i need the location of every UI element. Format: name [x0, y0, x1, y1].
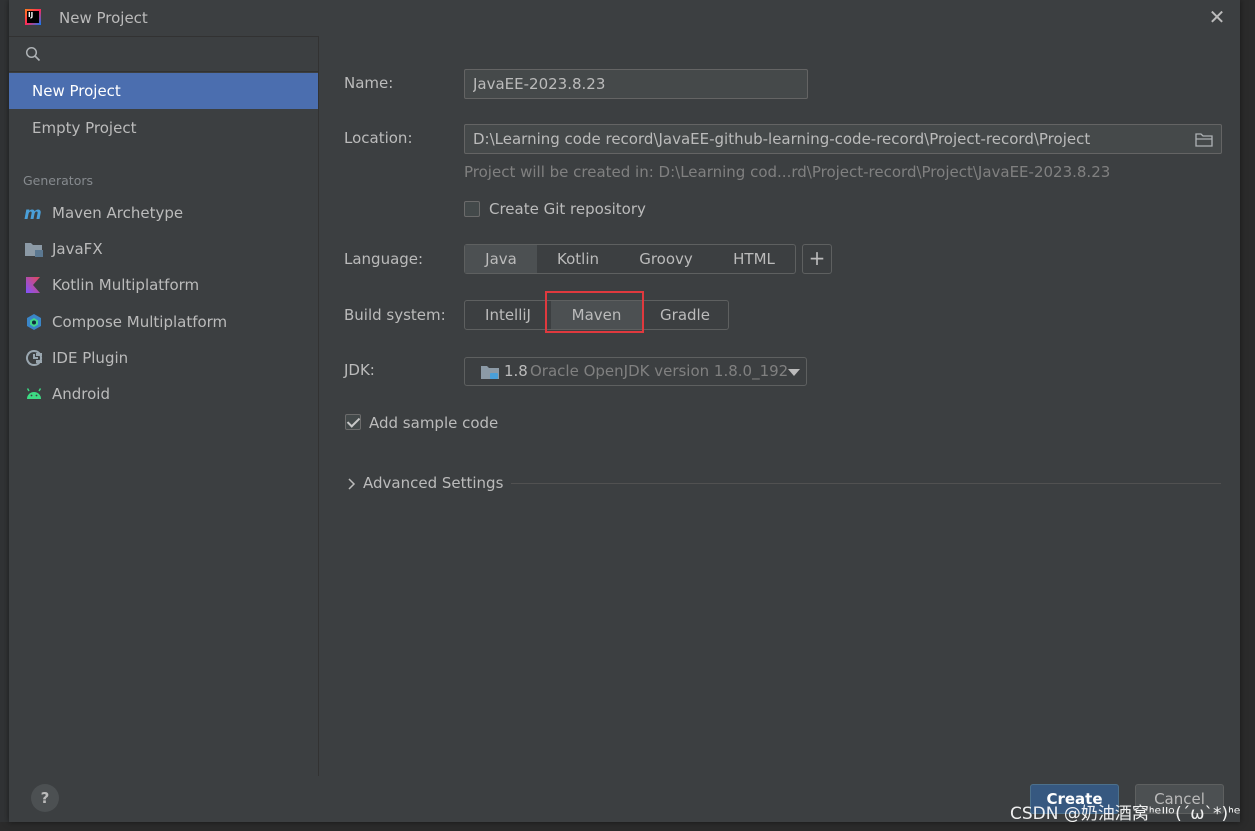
create-git-checkbox[interactable]: [464, 201, 480, 217]
sidebar-search[interactable]: [9, 37, 318, 72]
jdk-version: 1.8: [504, 362, 528, 380]
sidebar-item-label: New Project: [32, 82, 121, 100]
sidebar-item-empty-project[interactable]: Empty Project: [9, 110, 318, 146]
create-git-label: Create Git repository: [489, 200, 646, 218]
name-label: Name:: [344, 74, 394, 92]
maven-icon: m: [24, 204, 42, 222]
generator-android[interactable]: Android: [9, 376, 318, 412]
language-option-groovy[interactable]: Groovy: [619, 245, 713, 273]
compose-icon: [27, 314, 41, 330]
build-option-gradle[interactable]: Gradle: [642, 301, 728, 329]
generator-javafx[interactable]: JavaFX: [9, 231, 318, 267]
help-button[interactable]: ?: [31, 784, 59, 812]
language-label: Language:: [344, 250, 424, 268]
plugin-icon: [26, 350, 42, 366]
generators-header: Generators: [23, 173, 93, 188]
search-icon: [25, 46, 41, 62]
csdn-watermark: CSDN @奶油酒窝ᑋᵉᑊᑊᵒ(´ω`*)ᑋᵉ: [1010, 804, 1241, 824]
advanced-settings-label: Advanced Settings: [363, 474, 504, 492]
language-selector: Java Kotlin Groovy HTML: [464, 244, 796, 274]
location-hint: Project will be created in: D:\Learning …: [464, 163, 1111, 181]
jdk-description: Oracle OpenJDK version 1.8.0_192: [530, 362, 789, 380]
language-option-java[interactable]: Java: [465, 245, 537, 273]
folder-icon: [25, 243, 43, 257]
name-field[interactable]: [464, 69, 808, 99]
chevron-down-icon: [788, 369, 800, 376]
generator-maven-archetype[interactable]: m Maven Archetype: [9, 195, 318, 231]
location-label: Location:: [344, 129, 413, 147]
sidebar-item-label: Empty Project: [32, 119, 137, 137]
browse-folder-icon[interactable]: [1195, 132, 1213, 147]
svg-text:m: m: [24, 204, 42, 222]
sidebar-item-new-project[interactable]: New Project: [9, 73, 318, 109]
android-icon: [26, 388, 42, 399]
add-sample-code-checkbox[interactable]: [345, 414, 361, 430]
jdk-label: JDK:: [344, 361, 375, 379]
kotlin-icon: [26, 277, 40, 293]
generator-label: Android: [52, 385, 110, 403]
generator-label: Kotlin Multiplatform: [52, 276, 200, 294]
close-icon[interactable]: ✕: [1206, 6, 1228, 28]
language-option-kotlin[interactable]: Kotlin: [537, 245, 619, 273]
generator-label: Maven Archetype: [52, 204, 184, 222]
title-bar: New Project ✕: [9, 0, 1240, 36]
language-option-html[interactable]: HTML: [713, 245, 795, 273]
intellij-app-icon: [25, 9, 41, 25]
generator-ide-plugin[interactable]: IDE Plugin: [9, 340, 318, 376]
new-project-dialog: New Project ✕ New Project Empty Project …: [9, 0, 1240, 822]
generator-label: Compose Multiplatform: [52, 313, 228, 331]
build-option-intellij[interactable]: IntelliJ: [465, 301, 551, 329]
generator-label: IDE Plugin: [52, 349, 129, 367]
jdk-dropdown[interactable]: 1.8 Oracle OpenJDK version 1.8.0_192: [464, 357, 807, 386]
advanced-divider: [511, 483, 1221, 484]
sidebar: New Project Empty Project Generators m M…: [9, 36, 319, 777]
maven-highlight-annotation: [545, 291, 644, 333]
location-field[interactable]: [464, 124, 1222, 154]
jdk-folder-icon: [481, 366, 499, 379]
chevron-right-icon: [348, 478, 356, 490]
add-language-button[interactable]: +: [802, 244, 832, 274]
generator-kotlin-multiplatform[interactable]: Kotlin Multiplatform: [9, 267, 318, 303]
generator-label: JavaFX: [52, 240, 103, 258]
add-sample-code-label: Add sample code: [369, 414, 499, 432]
window-title: New Project: [59, 9, 148, 27]
generator-compose-multiplatform[interactable]: Compose Multiplatform: [9, 304, 318, 340]
editor-right-edge: [1240, 0, 1255, 831]
build-system-label: Build system:: [344, 306, 446, 324]
